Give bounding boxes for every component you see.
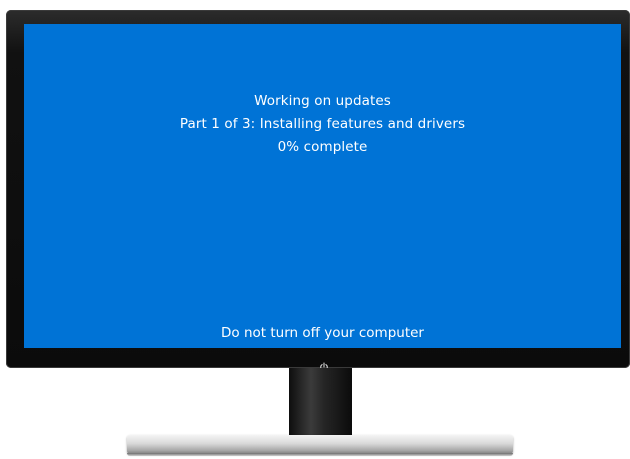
update-status: Working on updates Part 1 of 3: Installi… bbox=[24, 90, 621, 159]
monitor-stand-neck bbox=[289, 368, 352, 436]
update-title: Working on updates bbox=[254, 93, 391, 109]
power-off-warning: Do not turn off your computer bbox=[221, 325, 424, 341]
update-step: Part 1 of 3: Installing features and dri… bbox=[179, 116, 466, 132]
monitor-stand-base-edge bbox=[127, 453, 513, 456]
monitor-bezel: Working on updates Part 1 of 3: Installi… bbox=[6, 10, 630, 372]
monitor-scene: Working on updates Part 1 of 3: Installi… bbox=[0, 0, 630, 459]
update-progress: 0% complete bbox=[277, 139, 368, 155]
monitor-stand-base bbox=[127, 435, 513, 454]
update-screen: Working on updates Part 1 of 3: Installi… bbox=[24, 24, 621, 348]
